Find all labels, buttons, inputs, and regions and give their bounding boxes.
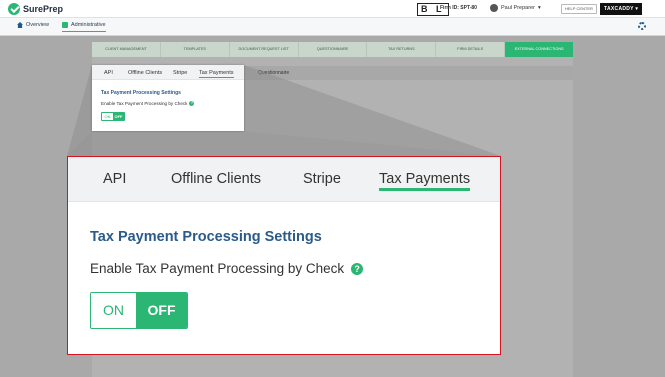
user-icon <box>490 4 498 12</box>
tab-offline-clients[interactable]: Offline Clients <box>171 171 261 187</box>
question-icon[interactable]: ? <box>189 101 195 106</box>
tab-templates[interactable]: TEMPLATES <box>161 42 230 57</box>
tab-tax-payments-small[interactable]: Tax Payments <box>199 70 234 78</box>
settings-card-small: API Offline Clients Stripe Tax Payments … <box>92 65 244 131</box>
enable-label-text-small: Enable Tax Payment Processing by Check <box>101 101 188 106</box>
tab-stripe[interactable]: Stripe <box>303 171 341 187</box>
user-name: Paul Preparer <box>501 5 535 11</box>
home-icon <box>17 22 23 28</box>
admin-icon <box>62 22 68 28</box>
enable-label-text: Enable Tax Payment Processing by Check <box>90 261 345 276</box>
tab-external-connections[interactable]: EXTERNAL CONNECTIONS <box>505 42 574 57</box>
subtab-questionnaire[interactable]: Questionnaire <box>258 70 289 76</box>
tab-client-management[interactable]: CLIENT MANAGEMENT <box>92 42 161 57</box>
user-menu[interactable]: Paul Preparer ▾ <box>490 4 541 12</box>
top-bar: SurePrep B L Firm ID: SPT-80 Paul Prepar… <box>0 0 665 18</box>
nav-overview-label: Overview <box>26 22 49 28</box>
taxcaddy-label: TAXCADDY <box>604 6 634 12</box>
tab-document-request-list[interactable]: DOCUMENT REQUEST LIST <box>230 42 299 57</box>
help-center-button[interactable]: HELP CENTER <box>561 4 597 14</box>
settings-tabs-small: API Offline Clients Stripe Tax Payments <box>92 65 244 80</box>
enable-label-small: Enable Tax Payment Processing by Check ? <box>101 101 195 106</box>
settings-title: Tax Payment Processing Settings <box>90 229 322 245</box>
nav-administrative[interactable]: Administrative <box>62 22 106 32</box>
taxcaddy-button[interactable]: TAXCADDY ▾ <box>600 3 643 15</box>
settings-tabs: API Offline Clients Stripe Tax Payments <box>68 157 500 202</box>
nav-overview[interactable]: Overview <box>17 22 49 28</box>
payment-toggle-small[interactable]: ON OFF <box>101 112 125 121</box>
tab-questionnaire[interactable]: QUESTIONNAIRE <box>299 42 368 57</box>
toggle-off-button[interactable]: OFF <box>136 293 187 328</box>
payment-toggle[interactable]: ON OFF <box>90 292 188 329</box>
tab-api-small[interactable]: API <box>104 70 113 76</box>
enable-label: Enable Tax Payment Processing by Check ? <box>90 261 364 276</box>
tab-firm-details[interactable]: FIRM DETAILS <box>436 42 506 57</box>
chevron-down-icon: ▾ <box>635 6 639 12</box>
toggle-on-small[interactable]: ON <box>102 113 113 120</box>
check-circle-logo-icon <box>8 3 20 15</box>
sureprep-logo[interactable]: SurePrep <box>8 3 63 15</box>
tab-api[interactable]: API <box>103 171 126 187</box>
tab-offline-clients-small[interactable]: Offline Clients <box>128 70 162 76</box>
tab-tax-payments[interactable]: Tax Payments <box>379 171 471 191</box>
toggle-on-button[interactable]: ON <box>91 293 136 328</box>
nav-administrative-label: Administrative <box>71 22 106 28</box>
admin-tabs: CLIENT MANAGEMENT TEMPLATES DOCUMENT REQ… <box>92 42 574 57</box>
zoom-callout: API Offline Clients Stripe Tax Payments … <box>67 156 501 355</box>
secondary-nav: Overview Administrative <box>0 18 665 36</box>
chevron-down-icon: ▾ <box>537 5 541 11</box>
tab-tax-returns[interactable]: TAX RETURNS <box>367 42 437 57</box>
firm-id: Firm ID: SPT-80 <box>440 5 477 11</box>
tab-stripe-small[interactable]: Stripe <box>173 70 187 76</box>
question-icon[interactable]: ? <box>351 262 364 275</box>
toggle-off-small[interactable]: OFF <box>113 113 124 120</box>
gear-icon[interactable] <box>638 22 646 30</box>
logo-text: SurePrep <box>23 4 64 14</box>
settings-title-small: Tax Payment Processing Settings <box>101 90 181 96</box>
